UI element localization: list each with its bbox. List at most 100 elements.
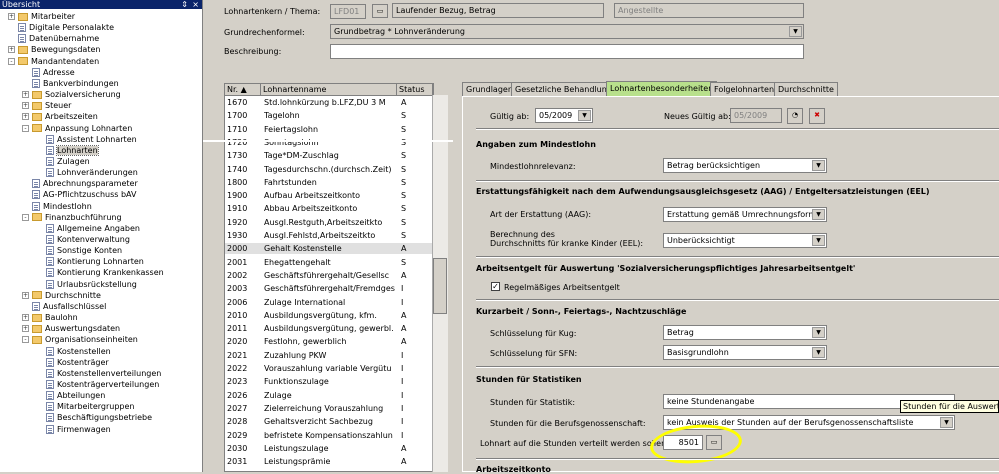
table-row[interactable]: 2000 Gehalt Kostenstelle A xyxy=(225,243,433,255)
table-row[interactable]: 1710 Feiertagslohn S xyxy=(225,124,433,135)
chevron-down-icon[interactable]: ▼ xyxy=(812,209,825,220)
collapse-icon[interactable]: - xyxy=(8,57,15,65)
chevron-down-icon[interactable]: ▼ xyxy=(578,110,591,121)
collapse-icon[interactable]: - xyxy=(22,124,29,132)
scrollbar-thumb[interactable] xyxy=(433,258,447,314)
table-row[interactable]: 2003 Geschäftsführergehalt/Fremdges I xyxy=(225,283,433,294)
calendar-icon[interactable]: ◔ xyxy=(787,108,803,124)
tree-item[interactable]: Allgemeine Angaben xyxy=(46,223,140,234)
table-row[interactable]: 1670 Std.lohnkürzung b.LFZ,DU 3 M A xyxy=(225,97,433,108)
chevron-down-icon[interactable]: ▼ xyxy=(812,160,825,171)
table-row[interactable]: 1700 Tagelohn S xyxy=(225,110,433,121)
table-row[interactable]: 2002 Geschäftsführergehalt/Gesellsc A xyxy=(225,270,433,281)
tree-item[interactable]: Anpassung Lohnarten xyxy=(32,123,132,134)
table-row[interactable]: 1900 Aufbau Arbeitszeitkonto S xyxy=(225,190,433,201)
expand-icon[interactable]: + xyxy=(22,325,29,333)
table-row[interactable]: 1740 Tagesdurchschn.(durchsch.Zeit) S xyxy=(225,164,433,175)
tree-item[interactable]: Sonstige Konten xyxy=(46,245,122,256)
tree-item[interactable]: Arbeitszeiten xyxy=(32,111,98,122)
table-row[interactable]: 2029 befristete Kompensationszahlun I xyxy=(225,430,433,441)
close-icon[interactable]: × xyxy=(192,0,199,9)
table-row[interactable]: 2022 Vorauszahlung variable Vergütu I xyxy=(225,363,433,374)
chevron-down-icon[interactable]: ▼ xyxy=(789,26,802,37)
tree-item[interactable]: Abrechnungsparameter xyxy=(32,178,138,189)
table-row[interactable]: 2021 Zuzahlung PKW I xyxy=(225,350,433,361)
expand-icon[interactable]: + xyxy=(8,13,15,20)
tab-durchschnitte[interactable]: Durchschnitte xyxy=(774,82,838,96)
tree-item[interactable]: Bankverbindungen xyxy=(32,78,119,89)
chevron-down-icon[interactable]: ▼ xyxy=(812,327,825,338)
table-row[interactable]: 2023 Funktionszulage I xyxy=(225,376,433,387)
gueltig-select[interactable]: 05/2009 ▼ xyxy=(535,108,593,123)
table-row[interactable]: 2027 Zielerreichung Vorauszahlung I xyxy=(225,403,433,414)
chevron-down-icon[interactable]: ▼ xyxy=(940,417,953,428)
expand-icon[interactable]: + xyxy=(22,113,29,121)
chevron-down-icon[interactable]: ▼ xyxy=(812,347,825,358)
delete-icon[interactable]: ✖ xyxy=(809,108,825,124)
mindestlohn-select[interactable]: Betrag berücksichtigen ▼ xyxy=(663,158,827,173)
aag-select[interactable]: Erstattung gemäß Umrechnungsformel ▼ xyxy=(663,207,827,222)
pin-icon[interactable]: ⇕ xyxy=(181,0,188,9)
tree-item[interactable]: Zulagen xyxy=(46,156,90,167)
tree-item[interactable]: Lohnveränderungen xyxy=(46,167,138,178)
tree-item[interactable]: Durchschnitte xyxy=(32,290,101,301)
table-row[interactable]: 2031 Leistungsprämie A xyxy=(225,456,433,467)
tree-item[interactable]: Mindestlohn xyxy=(32,201,92,212)
tree-item[interactable]: Digitale Personalakte xyxy=(18,22,114,33)
tree-item[interactable]: Bewegungsdaten xyxy=(18,44,100,55)
tree-item[interactable]: Kostenstellenverteilungen xyxy=(46,368,161,379)
collapse-icon[interactable]: - xyxy=(22,336,29,344)
tree-item[interactable]: Firmenwagen xyxy=(46,424,111,435)
tree-item[interactable]: Beschäftigungsbetriebe xyxy=(46,412,152,423)
column-header-nr[interactable]: Nr. ▲ xyxy=(225,84,261,96)
tree-item[interactable]: AG-Pflichtzuschuss bAV xyxy=(32,189,136,200)
table-row[interactable]: 2010 Ausbildungsvergütung, kfm. A xyxy=(225,310,433,321)
tree-item[interactable]: Abteilungen xyxy=(46,390,105,401)
kug-select[interactable]: Betrag ▼ xyxy=(663,325,827,340)
tab-lohnartenbesonderheiten[interactable]: Lohnartenbesonderheiten xyxy=(606,81,718,97)
table-row[interactable]: 2028 Gehaltsverzicht Sachbezug I xyxy=(225,416,433,427)
tree-item[interactable]: Adresse xyxy=(32,67,75,78)
table-row[interactable]: 1720 Sonntagslohn S xyxy=(225,137,433,148)
table-row[interactable]: 1930 Ausgl.Fehlstd,Arbeitszeitkto S xyxy=(225,230,433,241)
table-row[interactable]: 1800 Fahrtstunden S xyxy=(225,177,433,188)
table-row[interactable]: 2030 Leistungszulage A xyxy=(225,443,433,454)
tree-item[interactable]: Kostenträgerverteilungen xyxy=(46,379,159,390)
table-row[interactable]: 2026 Zulage I xyxy=(225,390,433,401)
tree-item[interactable]: Lohnarten xyxy=(46,144,99,156)
chevron-down-icon[interactable]: ▼ xyxy=(812,235,825,246)
tree-item[interactable]: Mandantendaten xyxy=(18,56,99,67)
tree-item[interactable]: Kontierung Krankenkassen xyxy=(46,267,164,278)
tree-item[interactable]: Ausfallschlüssel xyxy=(32,301,106,312)
kern-lookup-button[interactable]: ▭ xyxy=(372,4,388,18)
tree-item[interactable]: Kontierung Lohnarten xyxy=(46,256,144,267)
column-header-status[interactable]: Status xyxy=(397,84,433,96)
expand-icon[interactable]: + xyxy=(8,46,15,54)
tree-item[interactable]: Urlaubsrückstellung xyxy=(46,279,137,290)
table-row[interactable]: 2011 Ausbildungsvergütung, gewerbl. A xyxy=(225,323,433,334)
tree-item[interactable]: Mitarbeiter xyxy=(18,11,75,22)
formel-select[interactable]: Grundbetrag * Lohnveränderung ▼ xyxy=(330,24,804,39)
expand-icon[interactable]: + xyxy=(22,314,29,322)
tree-item[interactable]: Kostenträger xyxy=(46,357,109,368)
tree-item[interactable]: Kostenstellen xyxy=(46,346,111,357)
tree-item[interactable]: Baulohn xyxy=(32,312,78,323)
tree-item[interactable]: Finanzbuchführung xyxy=(32,212,122,223)
table-row[interactable]: 1730 Tage*DM-Zuschlag S xyxy=(225,150,433,161)
collapse-icon[interactable]: - xyxy=(22,213,29,221)
table-row[interactable]: 2020 Festlohn, gewerblich A xyxy=(225,336,433,347)
eel-select[interactable]: Unberücksichtigt ▼ xyxy=(663,233,827,248)
tree-item[interactable]: Auswertungsdaten xyxy=(32,323,120,334)
table-row[interactable]: 1920 Ausgl.Restguth,Arbeitszeitkto S xyxy=(225,217,433,228)
tree-item[interactable]: Datenübernahme xyxy=(18,33,99,44)
beschreibung-input[interactable] xyxy=(330,44,804,59)
tree-item[interactable]: Steuer xyxy=(32,100,71,111)
table-row[interactable]: 1910 Abbau Arbeitszeitkonto S xyxy=(225,203,433,214)
column-header-name[interactable]: Lohnartenname xyxy=(261,84,397,96)
table-row[interactable]: 2001 Ehegattengehalt S xyxy=(225,257,433,268)
tree-item[interactable]: Kontenverwaltung xyxy=(46,234,130,245)
tree-item[interactable]: Organisationseinheiten xyxy=(32,334,138,345)
tab-grundlagen[interactable]: Grundlagen xyxy=(462,82,517,96)
expand-icon[interactable]: + xyxy=(22,291,29,299)
table-row[interactable]: 2006 Zulage International I xyxy=(225,297,433,308)
